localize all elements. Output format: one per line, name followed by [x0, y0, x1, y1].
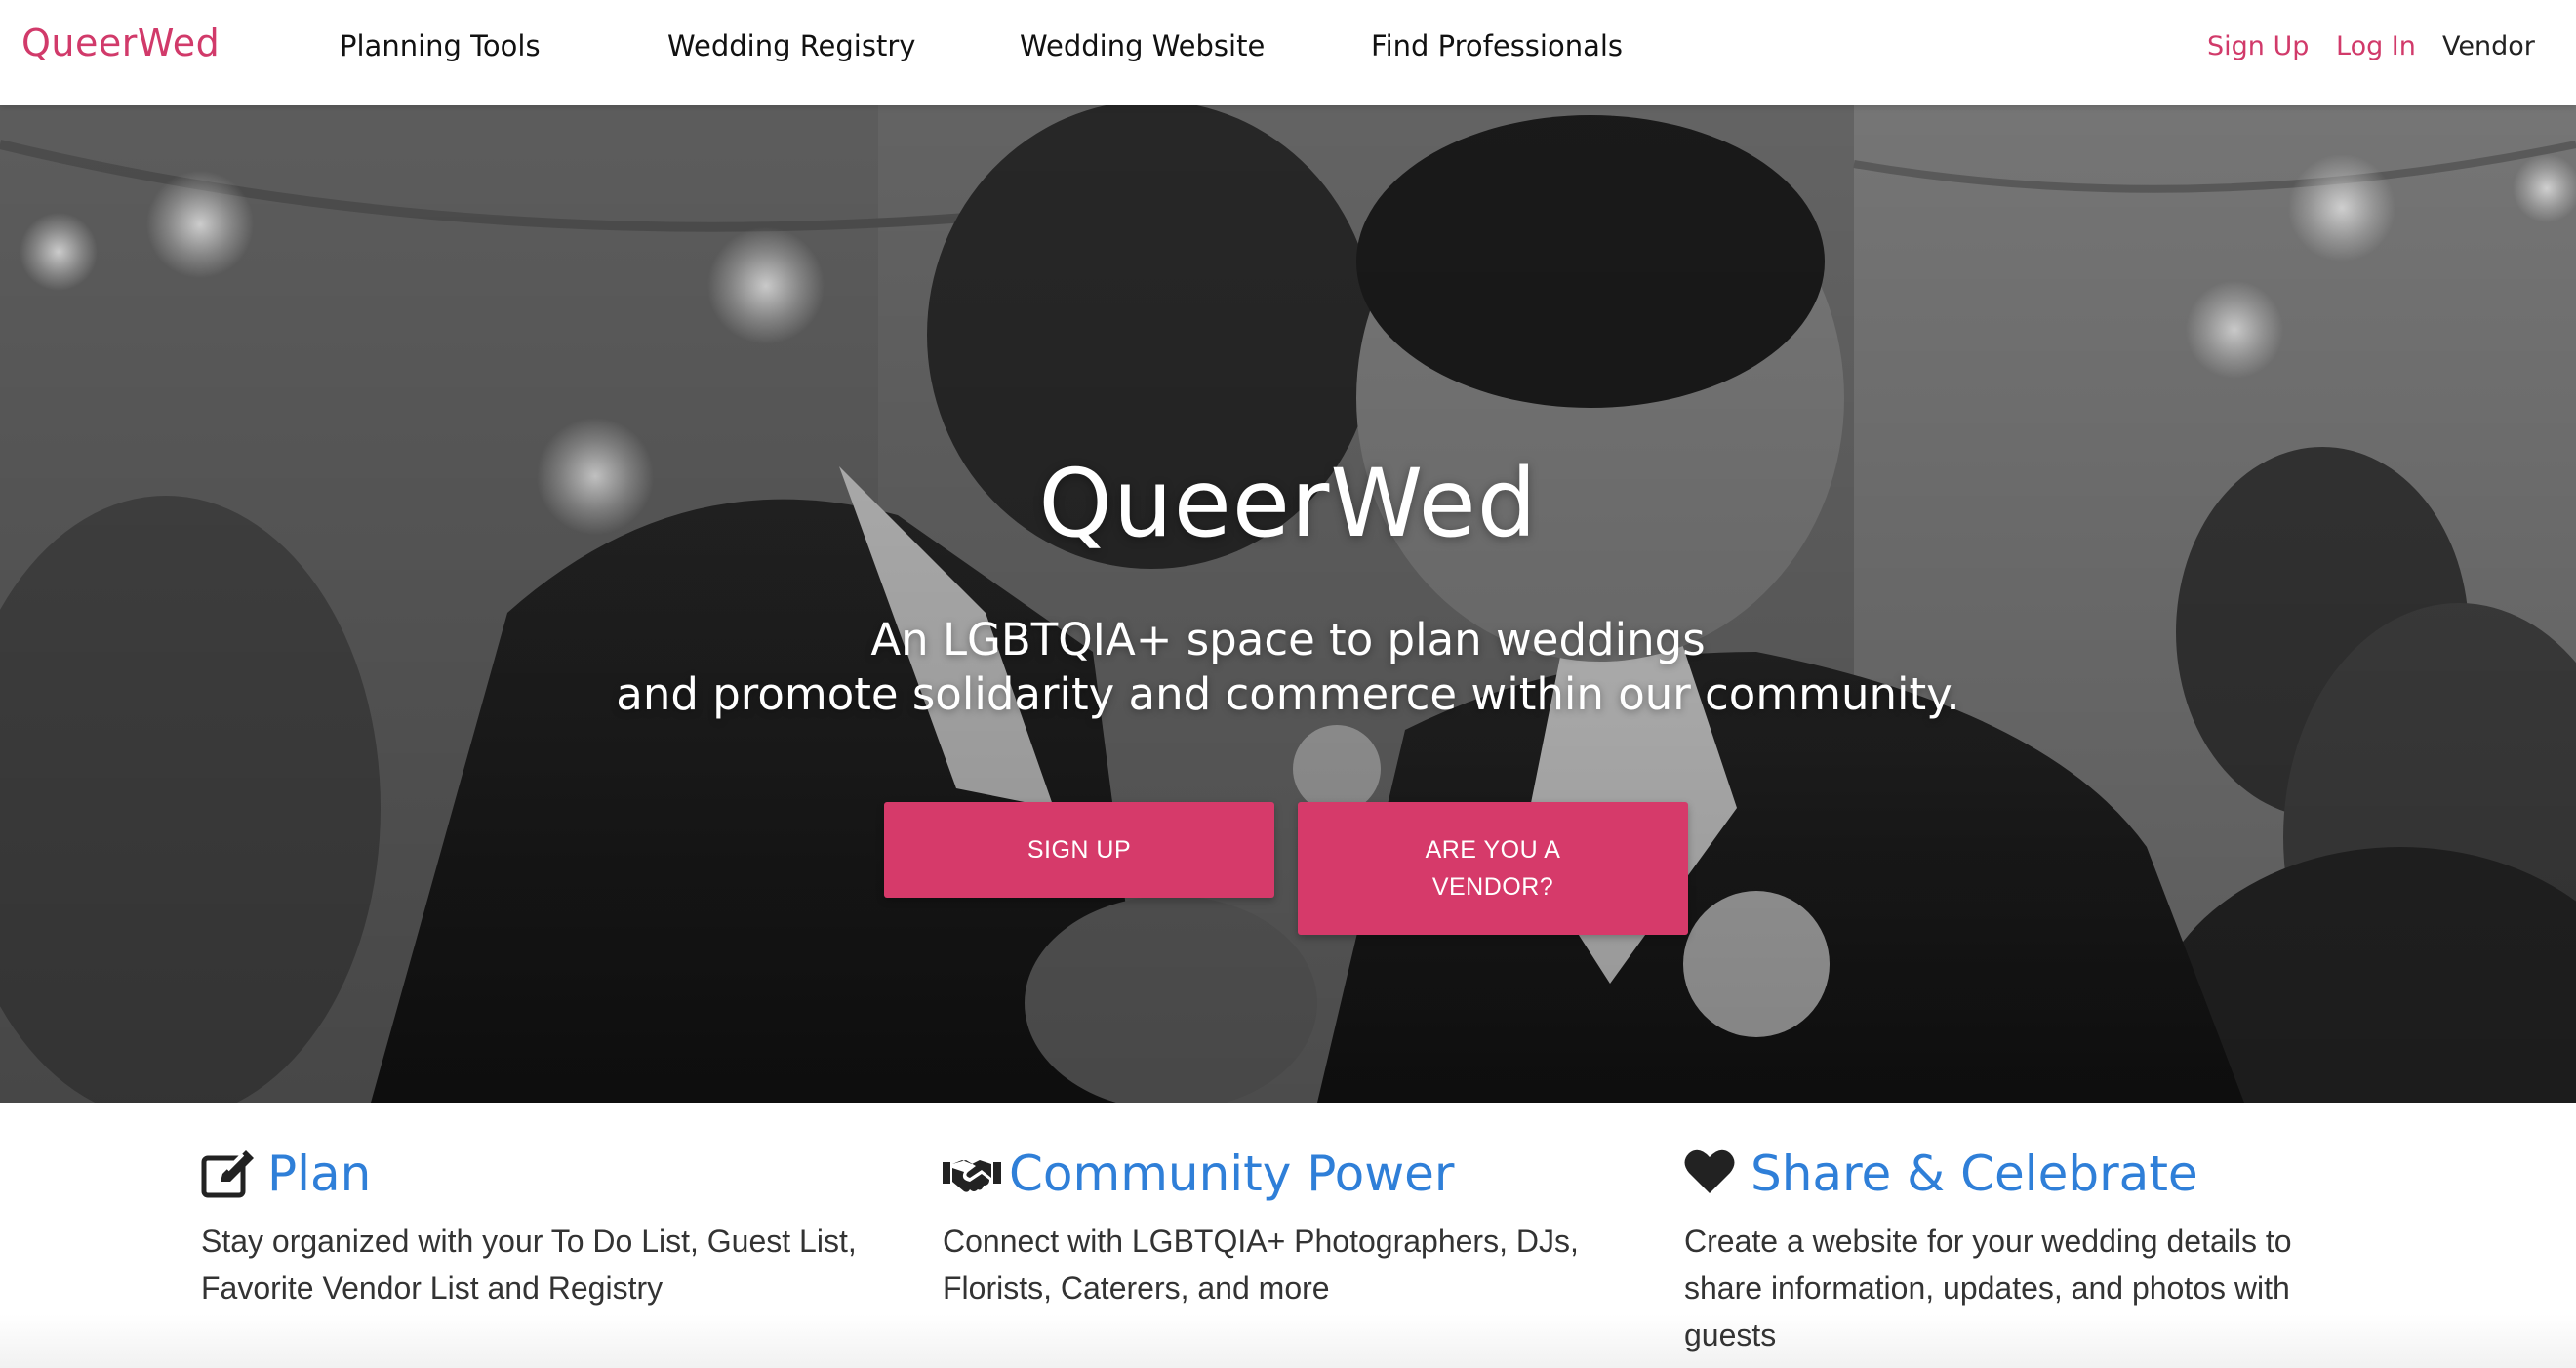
heart-icon: [1684, 1148, 1739, 1199]
feature-title-plan: Plan: [267, 1146, 372, 1202]
hero-subtitle: An LGBTQIA+ space to plan weddings and p…: [0, 613, 2576, 722]
feature-text-community-power: Connect with LGBTQIA+ Photographers, DJs…: [943, 1224, 1579, 1306]
nav-wedding-website[interactable]: Wedding Website: [1020, 29, 1265, 62]
hero-subtitle-line-2: and promote solidarity and commerce with…: [616, 668, 1960, 720]
hero-title: QueerWed: [1038, 449, 1538, 558]
nav-wedding-registry[interactable]: Wedding Registry: [667, 29, 915, 62]
feature-plan: Plan Stay organized with your To Do List…: [201, 1142, 884, 1311]
feature-community-power: Community Power Connect with LGBTQIA+ Ph…: [943, 1142, 1626, 1311]
brand-logo[interactable]: QueerWed: [21, 21, 220, 64]
feature-title-community-power: Community Power: [1009, 1146, 1455, 1202]
hero-sign-up-button[interactable]: SIGN UP: [884, 802, 1274, 898]
feature-title-share-celebrate: Share & Celebrate: [1751, 1146, 2198, 1202]
nav-planning-tools[interactable]: Planning Tools: [340, 29, 541, 62]
feature-text-plan: Stay organized with your To Do List, Gue…: [201, 1224, 857, 1306]
hero-section: QueerWed An LGBTQIA+ space to plan weddi…: [0, 105, 2576, 1103]
feature-share-celebrate: Share & Celebrate Create a website for y…: [1684, 1142, 2367, 1358]
nav-sign-up-link[interactable]: Sign Up: [2207, 31, 2309, 61]
hero-subtitle-line-1: An LGBTQIA+ space to plan weddings: [870, 614, 1706, 665]
nav-log-in-link[interactable]: Log In: [2336, 31, 2416, 61]
hero-vendor-button[interactable]: ARE YOU A VENDOR?: [1298, 802, 1688, 935]
hero-background-photo: [0, 105, 2576, 1103]
top-navbar: QueerWed Planning Tools Wedding Registry…: [0, 0, 2576, 105]
nav-vendor-link[interactable]: Vendor: [2442, 31, 2535, 61]
feature-text-share-celebrate: Create a website for your wedding detail…: [1684, 1224, 2292, 1352]
edit-icon: [201, 1148, 256, 1199]
nav-find-professionals[interactable]: Find Professionals: [1371, 29, 1623, 62]
features-section: Plan Stay organized with your To Do List…: [0, 1103, 2576, 1368]
handshake-icon: [943, 1148, 1001, 1199]
